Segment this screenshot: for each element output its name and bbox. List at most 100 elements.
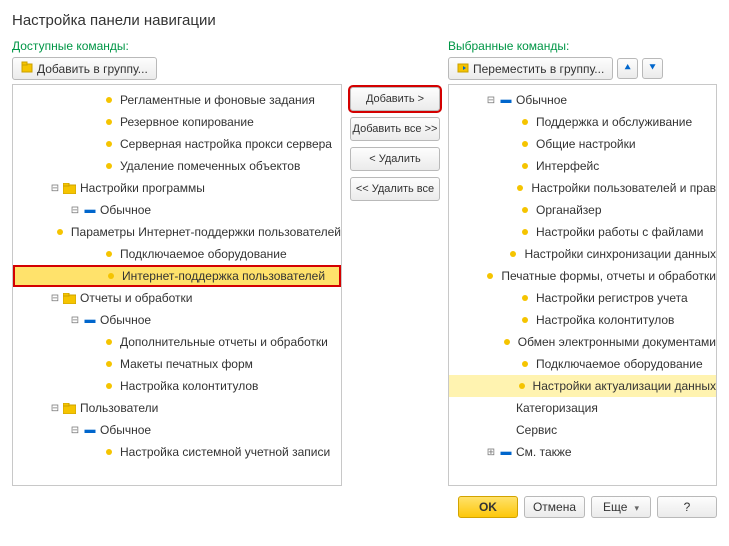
tree-item-label: Обычное xyxy=(96,423,151,437)
tree-row[interactable]: ·Интерфейс xyxy=(449,155,716,177)
collapse-toggle[interactable]: ⊟ xyxy=(69,424,81,436)
tree-item-label: Подключаемое оборудование xyxy=(116,247,287,261)
tree-item-label: Настройки регистров учета xyxy=(532,291,688,305)
tree-row[interactable]: ⊟ Пользователи xyxy=(13,397,341,419)
tree-row[interactable]: ·Настройка колонтитулов xyxy=(449,309,716,331)
tree-row[interactable]: ·Органайзер xyxy=(449,199,716,221)
tree-row[interactable]: ·Обмен электронными документами xyxy=(449,331,716,353)
tree-item-label: Настройки синхронизации данных xyxy=(520,247,716,261)
folder-icon xyxy=(62,403,76,414)
bullet-icon xyxy=(102,141,116,147)
bullet-icon xyxy=(500,339,514,345)
bullet-icon xyxy=(102,383,116,389)
tree-item-label: Настройки работы с файлами xyxy=(532,225,703,239)
tree-item-label: Регламентные и фоновые задания xyxy=(116,93,315,107)
tree-row[interactable]: ·Макеты печатных форм xyxy=(13,353,341,375)
move-to-group-icon xyxy=(457,61,469,76)
tree-item-label: Серверная настройка прокси сервера xyxy=(116,137,332,151)
help-button[interactable]: ? xyxy=(657,496,717,518)
tree-item-label: Интерфейс xyxy=(532,159,599,173)
move-up-button[interactable]: ⯅ xyxy=(617,58,638,79)
tree-row[interactable]: ⊟▬Обычное xyxy=(13,199,341,221)
selected-tree-pane[interactable]: ⊟▬Обычное·Поддержка и обслуживание·Общие… xyxy=(448,84,717,486)
tree-row[interactable]: ⊞▬См. также xyxy=(449,441,716,463)
bullet-icon xyxy=(102,251,116,257)
tree-row[interactable]: ·Настройки актуализации данных xyxy=(449,375,716,397)
bullet-icon xyxy=(102,163,116,169)
arrow-up-icon: ⯅ xyxy=(623,62,632,75)
tree-row[interactable]: ·Удаление помеченных объектов xyxy=(13,155,341,177)
tree-row[interactable]: ·Интернет-поддержка пользователей xyxy=(13,265,341,287)
folder-icon xyxy=(62,183,76,194)
tree-row[interactable]: ·Резервное копирование xyxy=(13,111,341,133)
add-to-group-icon xyxy=(21,61,33,76)
group-icon: ▬ xyxy=(82,314,96,326)
tree-row[interactable]: ·Настройки пользователей и прав xyxy=(449,177,716,199)
cancel-button[interactable]: Отмена xyxy=(524,496,585,518)
tree-row[interactable]: ·Общие настройки xyxy=(449,133,716,155)
tree-item-label: Резервное копирование xyxy=(116,115,254,129)
available-tree-pane[interactable]: ·Регламентные и фоновые задания·Резервно… xyxy=(12,84,342,486)
more-button[interactable]: Еще xyxy=(591,496,651,518)
bullet-icon xyxy=(483,273,497,279)
tree-row[interactable]: ·Регламентные и фоновые задания xyxy=(13,89,341,111)
group-icon: ▬ xyxy=(82,424,96,436)
tree-item-label: Отчеты и обработки xyxy=(76,291,192,305)
tree-item-label: Параметры Интернет-поддержки пользовател… xyxy=(67,225,341,239)
collapse-toggle[interactable]: ⊟ xyxy=(49,292,61,304)
expand-toggle[interactable]: ⊞ xyxy=(485,446,497,458)
add-to-group-button[interactable]: Добавить в группу... xyxy=(12,57,157,80)
tree-row[interactable]: ·Сервис xyxy=(449,419,716,441)
tree-row[interactable]: ·Параметры Интернет-поддержки пользовате… xyxy=(13,221,341,243)
tree-row[interactable]: ·Печатные формы, отчеты и обработки xyxy=(449,265,716,287)
tree-item-label: Настройка колонтитулов xyxy=(116,379,258,393)
bullet-icon xyxy=(102,339,116,345)
tree-item-label: Настройки актуализации данных xyxy=(529,379,716,393)
remove-all-button[interactable]: << Удалить все xyxy=(350,177,440,201)
bullet-icon xyxy=(104,273,118,279)
tree-row[interactable]: ·Настройка системной учетной записи xyxy=(13,441,341,463)
tree-item-label: Удаление помеченных объектов xyxy=(116,159,300,173)
group-icon: ▬ xyxy=(498,94,512,106)
tree-row[interactable]: ·Настройки работы с файлами xyxy=(449,221,716,243)
tree-item-label: Печатные формы, отчеты и обработки xyxy=(497,269,716,283)
tree-row[interactable]: ·Дополнительные отчеты и обработки xyxy=(13,331,341,353)
bullet-icon xyxy=(102,361,116,367)
move-down-button[interactable]: ⯆ xyxy=(642,58,663,79)
tree-item-label: Обычное xyxy=(96,313,151,327)
bullet-icon xyxy=(53,229,67,235)
tree-row[interactable]: ⊟Настройки программы xyxy=(13,177,341,199)
arrow-down-icon: ⯆ xyxy=(648,62,657,75)
bullet-icon xyxy=(513,185,527,191)
tree-row[interactable]: ·Категоризация xyxy=(449,397,716,419)
tree-row[interactable]: ·Подключаемое оборудование xyxy=(13,243,341,265)
tree-row[interactable]: ⊟▬Обычное xyxy=(449,89,716,111)
add-all-button[interactable]: Добавить все >> xyxy=(350,117,440,141)
collapse-toggle[interactable]: ⊟ xyxy=(49,182,61,194)
tree-row[interactable]: ·Серверная настройка прокси сервера xyxy=(13,133,341,155)
tree-item-label: Обычное xyxy=(512,93,567,107)
tree-item-label: Пользователи xyxy=(76,401,158,415)
tree-row[interactable]: ·Настройки синхронизации данных xyxy=(449,243,716,265)
tree-row[interactable]: ·Настройки регистров учета xyxy=(449,287,716,309)
ok-button[interactable]: OK xyxy=(458,496,518,518)
add-button[interactable]: Добавить > xyxy=(350,87,440,111)
collapse-toggle[interactable]: ⊟ xyxy=(69,314,81,326)
collapse-toggle[interactable]: ⊟ xyxy=(485,94,497,106)
tree-item-label: Настройка системной учетной записи xyxy=(116,445,330,459)
tree-row[interactable]: ·Настройка колонтитулов xyxy=(13,375,341,397)
tree-row[interactable]: ·Подключаемое оборудование xyxy=(449,353,716,375)
collapse-toggle[interactable]: ⊟ xyxy=(49,402,61,414)
tree-item-label: Обычное xyxy=(96,203,151,217)
tree-item-label: Обмен электронными документами xyxy=(514,335,716,349)
add-to-group-label: Добавить в группу... xyxy=(37,62,148,76)
bullet-icon xyxy=(102,97,116,103)
tree-item-label: Органайзер xyxy=(532,203,602,217)
move-to-group-button[interactable]: Переместить в группу... xyxy=(448,57,613,80)
tree-row[interactable]: ⊟ Отчеты и обработки xyxy=(13,287,341,309)
tree-row[interactable]: ·Поддержка и обслуживание xyxy=(449,111,716,133)
tree-row[interactable]: ⊟▬Обычное xyxy=(13,419,341,441)
collapse-toggle[interactable]: ⊟ xyxy=(69,204,81,216)
remove-button[interactable]: < Удалить xyxy=(350,147,440,171)
tree-row[interactable]: ⊟▬Обычное xyxy=(13,309,341,331)
